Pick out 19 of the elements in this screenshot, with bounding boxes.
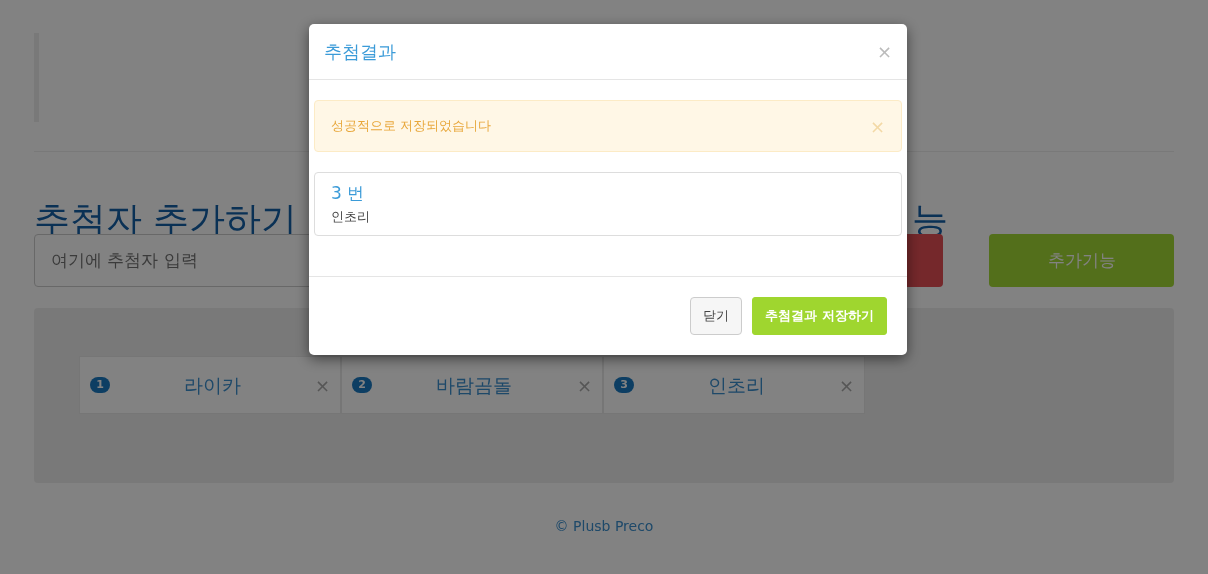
number-badge: 1 [90,377,110,393]
save-result-button[interactable]: 추첨결과 저장하기 [752,297,887,335]
close-button[interactable]: × [869,112,885,140]
close-dialog-button[interactable]: 닫기 [690,297,743,335]
close-button[interactable]: × [876,38,892,65]
footer-text: © Plusb Preco [553,517,655,536]
result-number: 3 번 [331,182,366,205]
remove-button[interactable]: × [838,371,854,399]
result-name: 인초리 [331,207,371,226]
entry-name: 인초리 [706,372,766,398]
number-badge: 2 [352,377,372,393]
remove-button[interactable]: × [576,371,592,399]
dialog-title: 추첨결과 [324,40,396,64]
entry-name: 라이카 [182,372,242,398]
alert-message: 성공적으로 저장되었습니다 [331,117,492,136]
entry-name: 바람곰돌 [435,372,514,398]
extra-features-button[interactable]: 추가기능 [989,234,1174,287]
remove-button[interactable]: × [314,371,330,399]
number-badge: 3 [614,377,634,393]
